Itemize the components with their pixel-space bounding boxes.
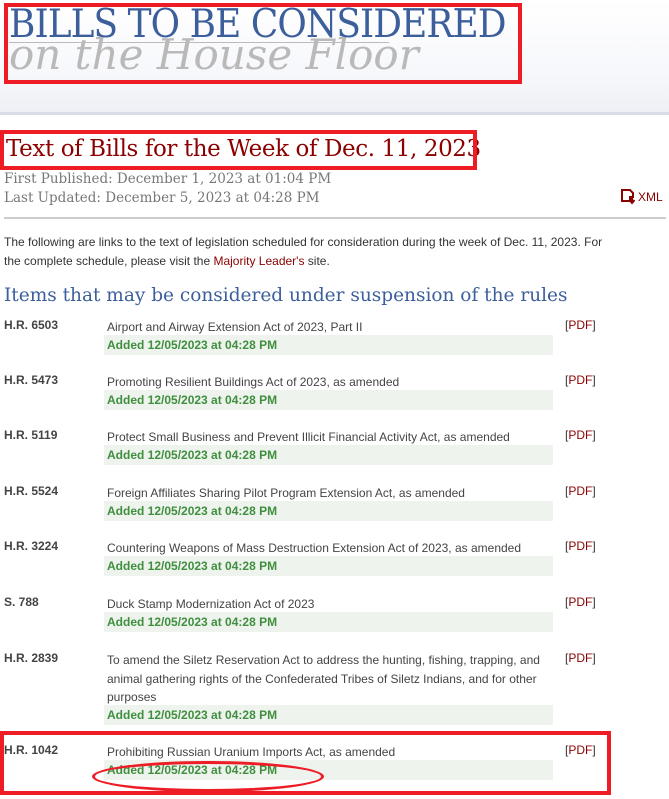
bill-title: Protect Small Business and Prevent Illic…: [107, 430, 510, 444]
bill-number: H.R. 2839: [4, 651, 59, 665]
pdf-label: PDF: [568, 595, 593, 609]
bill-number: H.R. 5524: [4, 484, 59, 498]
pdf-label: PDF: [568, 318, 593, 332]
first-published: First Published: December 1, 2023 at 01:…: [4, 171, 332, 187]
xml-label: XML: [638, 190, 663, 204]
bill-title: To amend the Siletz Reservation Act to a…: [107, 653, 540, 704]
last-updated: Last Updated: December 5, 2023 at 04:28 …: [4, 190, 320, 206]
section-heading: Items that may be considered under suspe…: [4, 285, 568, 306]
bill-title: Promoting Resilient Buildings Act of 202…: [107, 375, 400, 389]
pdf-link[interactable]: [PDF]: [565, 651, 596, 665]
added-date: Added 12/05/2023 at 04:28 PM: [104, 501, 553, 521]
added-date: Added 12/05/2023 at 04:28 PM: [104, 556, 553, 576]
highlight-box-hr1042: [0, 731, 611, 795]
highlight-box-title: [0, 130, 477, 170]
bill-number: H.R. 6503: [4, 318, 59, 332]
pdf-link[interactable]: [PDF]: [565, 428, 596, 442]
added-date: Added 12/05/2023 at 04:28 PM: [104, 390, 553, 410]
added-date: Added 12/05/2023 at 04:28 PM: [104, 705, 553, 725]
bill-title: Foreign Affiliates Sharing Pilot Program…: [107, 486, 465, 500]
intro-end: site.: [304, 254, 330, 268]
divider: [4, 217, 666, 219]
pdf-link[interactable]: [PDF]: [565, 318, 596, 332]
bill-number: S. 788: [4, 595, 39, 609]
added-date: Added 12/05/2023 at 04:28 PM: [104, 445, 553, 465]
pdf-link[interactable]: [PDF]: [565, 595, 596, 609]
highlight-ellipse-added: [92, 761, 324, 792]
pdf-link[interactable]: [PDF]: [565, 373, 596, 387]
bill-title: Airport and Airway Extension Act of 2023…: [107, 320, 363, 334]
pdf-label: PDF: [568, 539, 593, 553]
intro-paragraph: The following are links to the text of l…: [4, 233, 604, 271]
bill-number: H.R. 5119: [4, 428, 58, 442]
bill-title: Duck Stamp Modernization Act of 2023: [107, 597, 315, 611]
bill-number: H.R. 5473: [4, 373, 59, 387]
bill-number: H.R. 3224: [4, 539, 59, 553]
pdf-label: PDF: [568, 651, 593, 665]
bill-title: Countering Weapons of Mass Destruction E…: [107, 541, 522, 555]
pdf-link[interactable]: [PDF]: [565, 484, 596, 498]
added-date: Added 12/05/2023 at 04:28 PM: [104, 335, 553, 355]
xml-link[interactable]: XML: [621, 189, 663, 205]
highlight-box-banner: [4, 3, 522, 84]
pdf-label: PDF: [568, 373, 593, 387]
added-date: Added 12/05/2023 at 04:28 PM: [104, 612, 553, 632]
pdf-label: PDF: [568, 484, 593, 498]
xml-download-icon: [621, 189, 635, 205]
majority-leader-link[interactable]: Majority Leader's: [213, 254, 304, 268]
pdf-link[interactable]: [PDF]: [565, 539, 596, 553]
pdf-label: PDF: [568, 428, 593, 442]
